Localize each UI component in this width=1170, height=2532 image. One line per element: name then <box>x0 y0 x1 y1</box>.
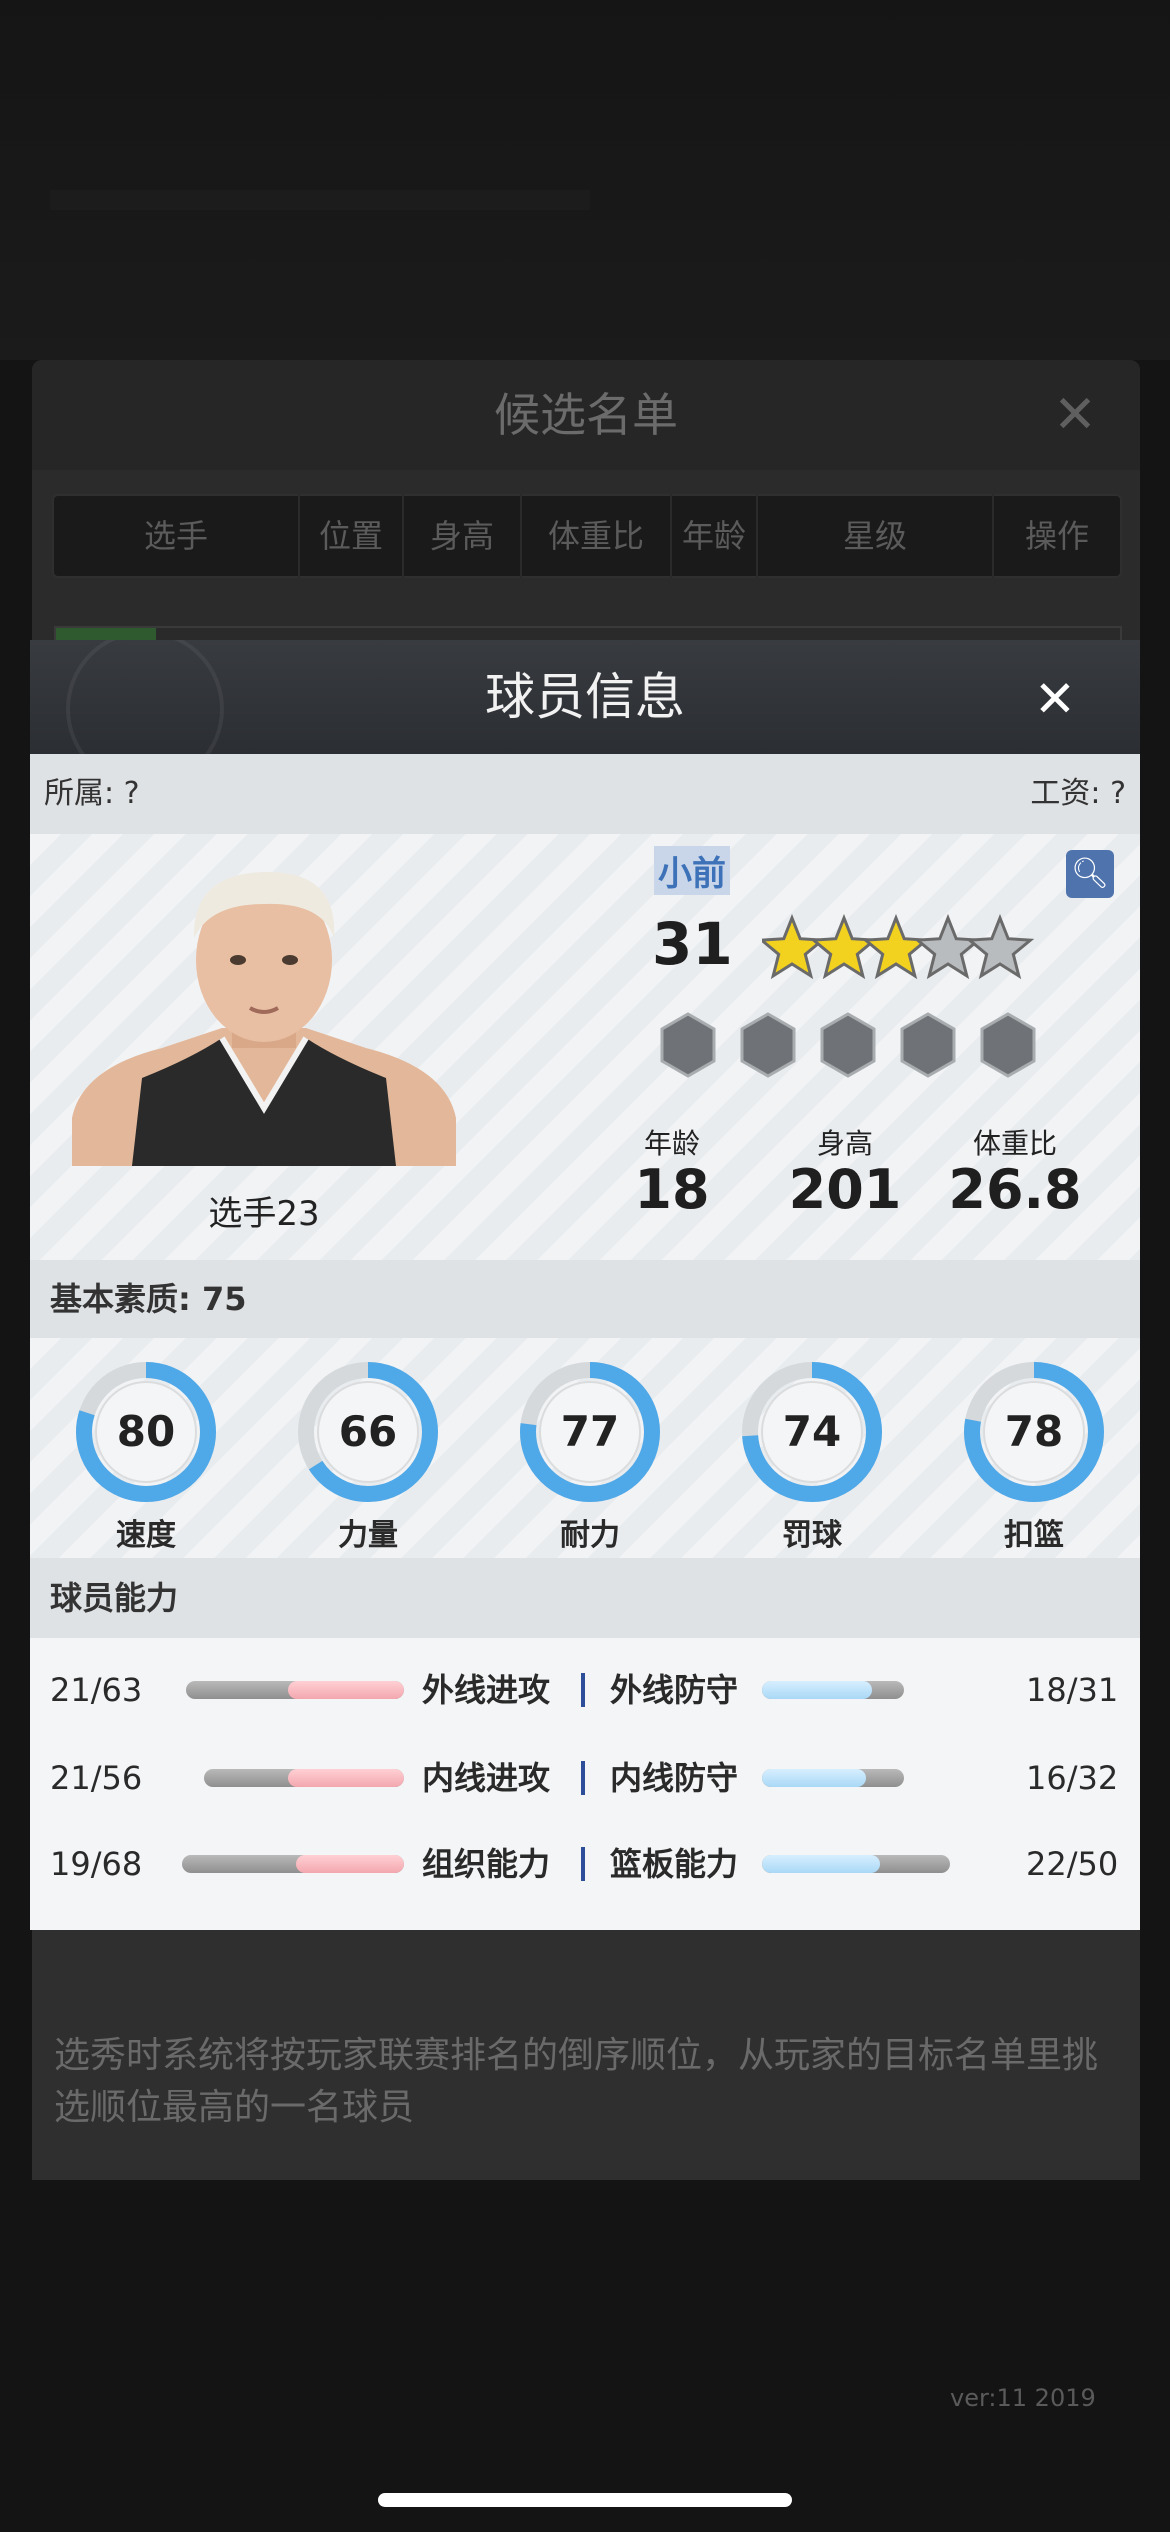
search-icon[interactable]: 🔍︎ <box>1066 850 1114 898</box>
ring-label-speed: 速度 <box>116 1518 176 1553</box>
right-bar-fill <box>762 1855 880 1873</box>
background-blur-row <box>50 190 590 210</box>
player-info-modal: 球员信息 ✕ 所属: ? 工资: ? 选手23 小前 🔍︎ 31 年龄 18 身… <box>30 640 1140 1930</box>
left-label: 组织能力 <box>422 1845 551 1883</box>
right-bar <box>762 1681 904 1699</box>
star-icon <box>762 913 827 980</box>
ability-title: 球员能力 <box>50 1579 179 1617</box>
player-name: 选手23 <box>208 1194 320 1234</box>
skill-slot-row <box>660 1012 1036 1078</box>
ring-value: 74 <box>783 1407 841 1456</box>
right-bar <box>762 1769 904 1787</box>
skill-slot-icon <box>660 1012 716 1078</box>
ring-dunk: 78 <box>954 1352 1114 1512</box>
right-value: 16/32 <box>1026 1759 1119 1797</box>
position-badge: 小前 <box>654 846 730 895</box>
ring-label-stamina: 耐力 <box>560 1518 620 1553</box>
left-label: 外线进攻 <box>422 1671 551 1709</box>
left-value: 21/63 <box>50 1671 143 1709</box>
player-avatar <box>72 868 456 1166</box>
ability-bars: 21/63 外线进攻 外线防守 18/31 21/56 内线进攻 内线防守 16… <box>30 1638 1140 1930</box>
star-icon <box>965 913 1035 980</box>
ring-strength: 66 <box>288 1352 448 1512</box>
left-label: 内线进攻 <box>422 1759 551 1797</box>
left-bar <box>204 1769 404 1787</box>
candidate-list-columns: 选手 位置 身高 体重比 年龄 星级 操作 <box>52 494 1122 578</box>
right-label: 外线防守 <box>610 1671 739 1709</box>
basic-quality-bar: 基本素质: 75 <box>30 1260 1140 1338</box>
modal-close-button[interactable]: ✕ <box>1020 664 1090 734</box>
ring-value: 66 <box>339 1407 397 1456</box>
ability-row: 21/63 外线进攻 外线防守 18/31 <box>30 1660 1140 1720</box>
height-value: 201 <box>788 1158 902 1221</box>
left-value: 21/56 <box>50 1759 143 1797</box>
ring-value: 78 <box>1005 1407 1063 1456</box>
skill-slot-icon <box>900 1012 956 1078</box>
row-separator <box>581 1673 585 1707</box>
ring-value: 80 <box>117 1407 175 1456</box>
owner-salary-bar: 所属: ? 工资: ? <box>30 754 1140 834</box>
attribute-rings: 80 速度 66 力量 77 耐力 74 罚球 78 扣篮 <box>30 1338 1140 1558</box>
ring-value: 77 <box>561 1407 619 1456</box>
column-position[interactable]: 位置 <box>300 494 404 578</box>
ability-row: 21/56 内线进攻 内线防守 16/32 <box>30 1748 1140 1808</box>
age-label: 年龄 <box>643 1127 700 1160</box>
candidate-list-close-button[interactable]: ✕ <box>1040 380 1110 450</box>
left-bar-fill <box>288 1769 404 1787</box>
right-bar-fill <box>762 1681 872 1699</box>
home-indicator[interactable] <box>378 2493 792 2507</box>
column-action[interactable]: 操作 <box>994 494 1120 578</box>
column-player[interactable]: 选手 <box>54 494 300 578</box>
right-value: 22/50 <box>1026 1845 1119 1883</box>
skill-slot-icon <box>820 1012 876 1078</box>
column-age[interactable]: 年龄 <box>672 494 758 578</box>
left-value: 19/68 <box>50 1845 143 1883</box>
owner-label: 所属: ? <box>44 776 140 811</box>
column-height[interactable]: 身高 <box>404 494 522 578</box>
player-rating: 31 <box>652 910 733 978</box>
row-separator <box>581 1761 585 1795</box>
weight-ratio-value: 26.8 <box>948 1158 1082 1221</box>
skill-slot-icon <box>740 1012 796 1078</box>
ring-stamina: 77 <box>510 1352 670 1512</box>
height-label: 身高 <box>816 1127 873 1160</box>
ability-row: 19/68 组织能力 篮板能力 22/50 <box>30 1834 1140 1894</box>
star-icon <box>913 913 983 980</box>
skill-slot-icon <box>980 1012 1036 1078</box>
star-icon <box>809 913 879 980</box>
right-bar-fill <box>762 1769 866 1787</box>
version-label: ver:11 2019 <box>950 2384 1096 2412</box>
ring-label-strength: 力量 <box>338 1518 398 1553</box>
salary-label: 工资: ? <box>1030 776 1126 811</box>
left-bar <box>182 1855 404 1873</box>
right-value: 18/31 <box>1026 1671 1119 1709</box>
basic-quality-label: 基本素质: 75 <box>50 1280 247 1318</box>
candidate-list-title: 候选名单 <box>494 388 678 442</box>
ring-label-free-throw: 罚球 <box>782 1518 842 1553</box>
star-rating <box>762 913 1035 980</box>
right-bar <box>762 1855 950 1873</box>
ring-free-throw: 74 <box>732 1352 892 1512</box>
weight-ratio-label: 体重比 <box>972 1127 1057 1160</box>
ability-header: 球员能力 <box>30 1558 1140 1638</box>
left-bar-fill <box>296 1855 404 1873</box>
right-label: 篮板能力 <box>610 1845 739 1883</box>
row-separator <box>581 1847 585 1881</box>
right-label: 内线防守 <box>610 1759 739 1797</box>
left-bar-fill <box>288 1681 404 1699</box>
age-value: 18 <box>634 1158 710 1221</box>
modal-title: 球员信息 <box>485 668 685 726</box>
ring-speed: 80 <box>66 1352 226 1512</box>
ring-label-dunk: 扣篮 <box>1004 1518 1064 1553</box>
left-bar <box>186 1681 404 1699</box>
column-weight[interactable]: 体重比 <box>522 494 672 578</box>
draft-rule-note: 选秀时系统将按玩家联赛排名的倒序顺位，从玩家的目标名单里挑选顺位最高的一名球员 <box>54 2035 1099 2128</box>
column-stars[interactable]: 星级 <box>758 494 994 578</box>
star-icon <box>861 913 931 980</box>
